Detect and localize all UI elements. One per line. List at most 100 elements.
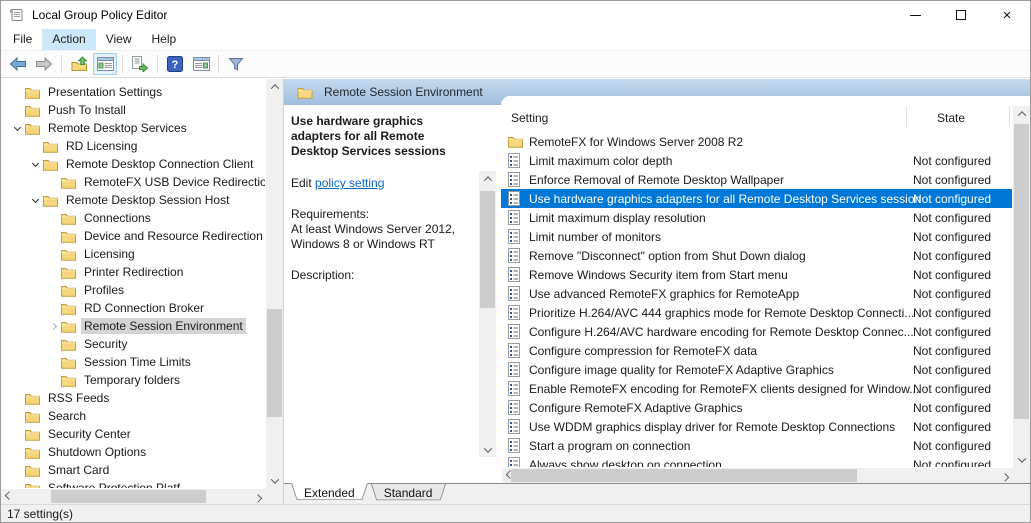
- setting-row[interactable]: Limit maximum color depth Not configured: [501, 151, 1012, 170]
- tree-item[interactable]: Smart Card: [1, 461, 265, 479]
- close-button[interactable]: ×: [984, 1, 1030, 29]
- setting-column-header[interactable]: Setting: [511, 111, 548, 125]
- setting-row[interactable]: Use advanced RemoteFX graphics for Remot…: [501, 284, 1012, 303]
- tree-item-label[interactable]: Printer Redirection: [81, 264, 186, 280]
- tree-item-label[interactable]: Presentation Settings: [45, 84, 165, 100]
- setting-row[interactable]: Enforce Removal of Remote Desktop Wallpa…: [501, 170, 1012, 189]
- tree-item-label[interactable]: Remote Desktop Session Host: [63, 192, 232, 208]
- setting-label[interactable]: RemoteFX for Windows Server 2008 R2: [529, 135, 743, 149]
- setting-label[interactable]: Configure RemoteFX Adaptive Graphics: [529, 401, 742, 415]
- tree-item-label[interactable]: RD Connection Broker: [81, 300, 207, 316]
- setting-label[interactable]: Prioritize H.264/AVC 444 graphics mode f…: [529, 306, 914, 320]
- tree-item-label[interactable]: Temporary folders: [81, 372, 183, 388]
- expand-chevron-icon[interactable]: [13, 123, 20, 130]
- tree-item[interactable]: Security: [1, 335, 265, 353]
- menu-item[interactable]: View: [96, 29, 142, 50]
- tree-item[interactable]: Licensing: [1, 245, 265, 263]
- setting-row[interactable]: Configure RemoteFX Adaptive Graphics Not…: [501, 398, 1012, 417]
- setting-row[interactable]: Remove "Disconnect" option from Shut Dow…: [501, 246, 1012, 265]
- minimize-button[interactable]: [892, 1, 938, 29]
- setting-label[interactable]: Limit maximum display resolution: [529, 211, 706, 225]
- setting-row[interactable]: Enable RemoteFX encoding for RemoteFX cl…: [501, 379, 1012, 398]
- scroll-up-button[interactable]: [479, 171, 496, 186]
- setting-label[interactable]: Remove "Disconnect" option from Shut Dow…: [529, 249, 806, 263]
- tree-item-label[interactable]: RemoteFX USB Device Redirection: [81, 174, 265, 190]
- setting-label[interactable]: Use advanced RemoteFX graphics for Remot…: [529, 287, 799, 301]
- setting-label[interactable]: Configure compression for RemoteFX data: [529, 344, 757, 358]
- expand-chevron-icon[interactable]: [31, 159, 38, 166]
- tree-item[interactable]: Shutdown Options: [1, 443, 265, 461]
- setting-label[interactable]: Configure image quality for RemoteFX Ada…: [529, 363, 834, 377]
- tree-item[interactable]: RD Licensing: [1, 137, 265, 155]
- scrollbar-thumb[interactable]: [480, 191, 495, 308]
- setting-row[interactable]: RemoteFX for Windows Server 2008 R2: [501, 132, 1012, 151]
- setting-row[interactable]: Prioritize H.264/AVC 444 graphics mode f…: [501, 303, 1012, 322]
- tree-item[interactable]: Temporary folders: [1, 371, 265, 389]
- tree-item[interactable]: Device and Resource Redirection: [1, 227, 265, 245]
- tree-item-label[interactable]: Security: [81, 336, 130, 352]
- forward-button[interactable]: [32, 53, 56, 75]
- setting-label[interactable]: Remove Windows Security item from Start …: [529, 268, 788, 282]
- setting-row[interactable]: Configure image quality for RemoteFX Ada…: [501, 360, 1012, 379]
- tree-horizontal-scrollbar[interactable]: [1, 489, 265, 504]
- setting-label[interactable]: Start a program on connection: [529, 439, 690, 453]
- menu-item[interactable]: File: [3, 29, 42, 50]
- tree-item-label[interactable]: RD Licensing: [63, 138, 140, 154]
- setting-row[interactable]: Always show desktop on connection Not co…: [501, 455, 1012, 467]
- tree-item-label[interactable]: Search: [45, 408, 89, 424]
- tree-item-label[interactable]: Device and Resource Redirection: [81, 228, 265, 244]
- scroll-down-button[interactable]: [266, 473, 283, 488]
- menu-item[interactable]: Action: [42, 29, 95, 50]
- maximize-button[interactable]: [938, 1, 984, 29]
- scroll-right-button[interactable]: [997, 468, 1012, 483]
- tree-item-label[interactable]: Remote Desktop Services: [45, 120, 190, 136]
- setting-row[interactable]: Configure H.264/AVC hardware encoding fo…: [501, 322, 1012, 341]
- setting-label[interactable]: Limit maximum color depth: [529, 154, 672, 168]
- tree-vertical-scrollbar[interactable]: [266, 79, 283, 488]
- tree-item-label[interactable]: RSS Feeds: [45, 390, 112, 406]
- policy-setting-link[interactable]: policy setting: [315, 176, 384, 190]
- filter-button[interactable]: [224, 53, 248, 75]
- scroll-down-button[interactable]: [479, 442, 496, 457]
- expand-chevron-icon[interactable]: [31, 195, 38, 202]
- up-one-level-button[interactable]: [67, 53, 91, 75]
- setting-label[interactable]: Enforce Removal of Remote Desktop Wallpa…: [529, 173, 784, 187]
- back-button[interactable]: [6, 53, 30, 75]
- setting-row[interactable]: Limit maximum display resolution Not con…: [501, 208, 1012, 227]
- export-list-button[interactable]: [128, 53, 152, 75]
- setting-label[interactable]: Always show desktop on connection: [529, 458, 722, 468]
- tree-item[interactable]: Presentation Settings: [1, 83, 265, 101]
- setting-label[interactable]: Limit number of monitors: [529, 230, 661, 244]
- tree-item-label[interactable]: Shutdown Options: [45, 444, 149, 460]
- setting-row[interactable]: Limit number of monitors Not configured: [501, 227, 1012, 246]
- column-divider[interactable]: [1009, 106, 1010, 127]
- description-vertical-scrollbar[interactable]: [479, 171, 496, 457]
- tree-item[interactable]: Security Center: [1, 425, 265, 443]
- tree-item[interactable]: Search: [1, 407, 265, 425]
- scrollbar-thumb[interactable]: [267, 309, 282, 417]
- tree-item[interactable]: Remote Desktop Services: [1, 119, 265, 137]
- scroll-up-button[interactable]: [266, 79, 283, 94]
- tree-item-label[interactable]: Software Protection Platf: [45, 480, 183, 488]
- view-tab[interactable]: Extended: [291, 484, 368, 503]
- tree-item[interactable]: Printer Redirection: [1, 263, 265, 281]
- tree-item[interactable]: Remote Desktop Session Host: [1, 191, 265, 209]
- tree-item-label[interactable]: Smart Card: [45, 462, 112, 478]
- tree-item[interactable]: RD Connection Broker: [1, 299, 265, 317]
- view-tab[interactable]: Standard: [371, 484, 446, 503]
- tree-item-label[interactable]: Licensing: [81, 246, 138, 262]
- tree-item[interactable]: Profiles: [1, 281, 265, 299]
- setting-label[interactable]: Use hardware graphics adapters for all R…: [529, 192, 921, 206]
- scroll-left-button[interactable]: [1, 489, 16, 504]
- show-action-pane-button[interactable]: [189, 53, 213, 75]
- scroll-right-button[interactable]: [250, 489, 265, 504]
- setting-row[interactable]: Use hardware graphics adapters for all R…: [501, 189, 1012, 208]
- column-divider[interactable]: [906, 106, 907, 127]
- tree-item[interactable]: Connections: [1, 209, 265, 227]
- tree-item-label[interactable]: Security Center: [45, 426, 134, 442]
- tree-item[interactable]: Software Protection Platf: [1, 479, 265, 488]
- list-horizontal-scrollbar[interactable]: [502, 468, 1012, 483]
- tree-item-label[interactable]: Remote Desktop Connection Client: [63, 156, 256, 172]
- tree-item-label[interactable]: Remote Session Environment: [81, 318, 246, 334]
- tree-item-label[interactable]: Session Time Limits: [81, 354, 194, 370]
